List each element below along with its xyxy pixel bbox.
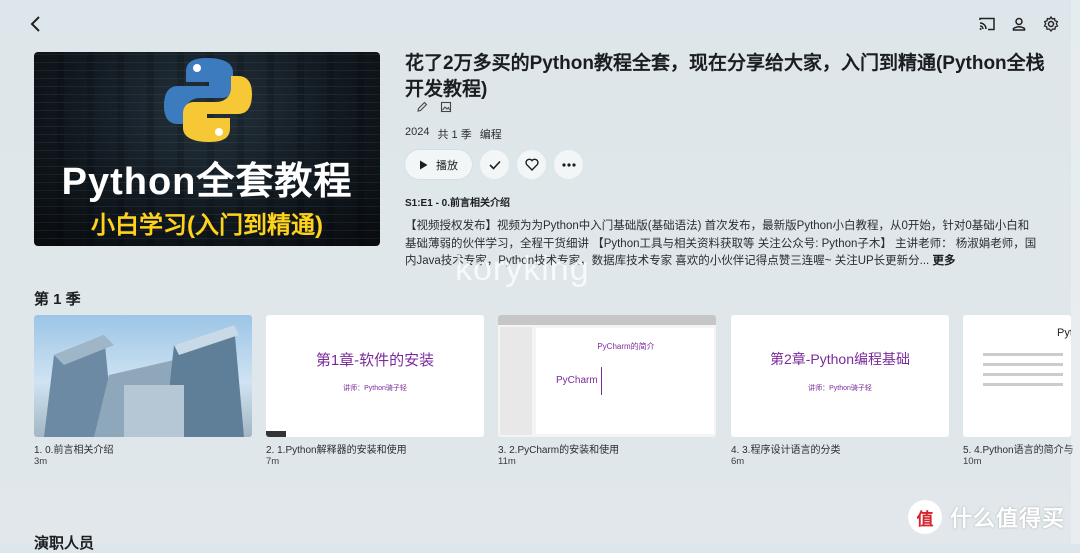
edit-icon[interactable] (416, 101, 428, 113)
episode-title[interactable]: 3. 2.PyCharm的安装和使用 (498, 441, 619, 456)
gear-icon[interactable] (1039, 12, 1063, 36)
favorite-button[interactable] (517, 150, 546, 179)
episode-title[interactable]: 1. 0.前言相关介绍 (34, 441, 113, 456)
episode-thumbnail[interactable] (34, 315, 252, 437)
episode-duration: 11m (498, 456, 516, 467)
more-icon (561, 162, 576, 167)
episode-duration: 3m (34, 456, 48, 467)
thumb-heading: 第2章-Python编程基础 (769, 351, 911, 367)
year: 2024 (405, 126, 430, 138)
python-logo-icon (164, 58, 252, 142)
thumb-heading: PyCharm的简介 (597, 342, 655, 351)
play-label: 播放 (436, 159, 458, 172)
heart-icon (524, 158, 539, 171)
cast-icon[interactable] (975, 12, 999, 36)
episode-thumbnail[interactable]: 第2章-Python编程基础 讲师：Python骑子轻 (731, 315, 949, 437)
genre[interactable]: 编程 (480, 126, 502, 142)
season-count: 共 1 季 (437, 129, 472, 141)
more-link[interactable]: 更多 (932, 255, 955, 267)
episode-duration: 7m (266, 456, 280, 467)
play-button[interactable]: 播放 (405, 150, 472, 179)
more-options-button[interactable] (554, 150, 583, 179)
next-episode-label[interactable]: S1:E1 - 0.前言相关介绍 (405, 194, 510, 209)
episode-thumbnail[interactable]: 第1章-软件的安装 讲师：Python骑子轻 (266, 315, 484, 437)
scrollbar[interactable] (1071, 0, 1080, 544)
season-heading: 第 1 季 (34, 291, 81, 308)
episode-duration: 10m (963, 456, 982, 467)
brand-logo: 值 什么值得买 (908, 500, 1065, 534)
thumb-heading: Pyt (1057, 327, 1071, 339)
check-icon (488, 160, 501, 170)
thumb-sub: 讲师：Python骑子轻 (343, 385, 407, 392)
brand-mark: 值 (908, 500, 942, 534)
play-icon (420, 160, 428, 169)
thumb-sub: PyCharm (556, 375, 598, 386)
poster-subtitle: 小白学习(入门到精通) (91, 212, 323, 239)
page-title: 花了2万多买的Python教程全套，现在分享给大家，入门到精通(Python全栈… (405, 53, 1045, 100)
episode-title[interactable]: 4. 3.程序设计语言的分类 (731, 441, 840, 456)
back-icon[interactable] (24, 12, 48, 36)
poster-title: Python全套教程 (61, 161, 353, 203)
thumb-heading: 第1章-软件的安装 (315, 352, 435, 369)
episode-thumbnail[interactable]: Pyt (963, 315, 1071, 437)
brand-text: 什么值得买 (950, 506, 1066, 531)
episode-title[interactable]: 5. 4.Python语言的简介与 (963, 441, 1074, 456)
user-icon[interactable] (1007, 12, 1031, 36)
image-icon[interactable] (440, 101, 452, 113)
meta-row: 2024 共 1 季 编程 (405, 126, 502, 142)
poster-image: Python全套教程 小白学习(入门到精通) (34, 52, 380, 246)
watermark: koryking (455, 250, 590, 288)
cast-heading: 演职人员 (34, 535, 95, 552)
episode-thumbnail[interactable]: PyCharm的简介 PyCharm (498, 315, 716, 437)
mark-watched-button[interactable] (480, 150, 509, 179)
episode-duration: 6m (731, 456, 745, 467)
episode-title[interactable]: 2. 1.Python解释器的安装和使用 (266, 441, 407, 456)
thumb-sub: 讲师：Python骑子轻 (808, 385, 872, 392)
